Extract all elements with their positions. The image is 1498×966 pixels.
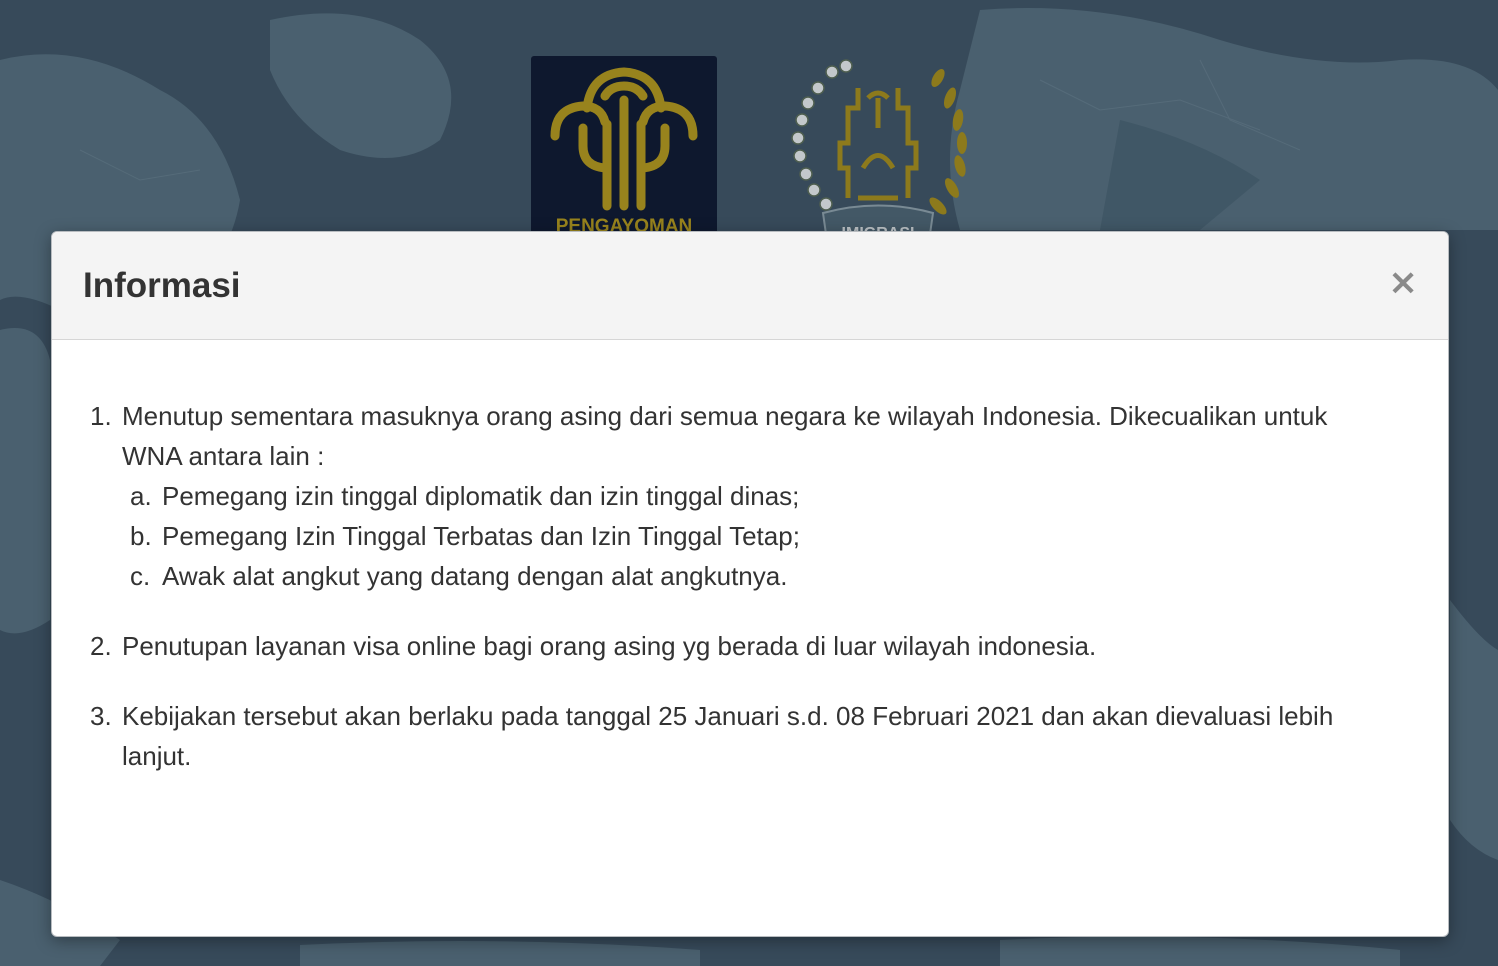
item-number: 2. bbox=[90, 631, 112, 661]
sub-list: a. Pemegang izin tinggal diplomatik dan … bbox=[122, 476, 1390, 596]
sub-list-item: c. Awak alat angkut yang datang dengan a… bbox=[122, 556, 1390, 596]
sub-item-text: Awak alat angkut yang datang dengan alat… bbox=[162, 561, 788, 591]
sub-item-letter: b. bbox=[130, 521, 152, 551]
list-item: 2. Penutupan layanan visa online bagi or… bbox=[90, 626, 1390, 666]
sub-item-text: Pemegang Izin Tinggal Terbatas dan Izin … bbox=[162, 521, 800, 551]
sub-list-item: b. Pemegang Izin Tinggal Terbatas dan Iz… bbox=[122, 516, 1390, 556]
sub-item-letter: a. bbox=[130, 481, 152, 511]
modal-title: Informasi bbox=[83, 266, 241, 305]
sub-item-text: Pemegang izin tinggal diplomatik dan izi… bbox=[162, 481, 800, 511]
item-text: Menutup sementara masuknya orang asing d… bbox=[122, 401, 1328, 471]
info-modal: Informasi × 1. Menutup sementara masukny… bbox=[51, 231, 1449, 937]
item-number: 3. bbox=[90, 701, 112, 731]
item-number: 1. bbox=[90, 401, 112, 431]
close-icon[interactable]: × bbox=[1388, 265, 1418, 301]
modal-header: Informasi × bbox=[52, 232, 1448, 340]
info-list: 1. Menutup sementara masuknya orang asin… bbox=[90, 396, 1390, 806]
list-item: 3. Kebijakan tersebut akan berlaku pada … bbox=[90, 696, 1390, 776]
item-text: Penutupan layanan visa online bagi orang… bbox=[122, 631, 1097, 661]
item-text: Kebijakan tersebut akan berlaku pada tan… bbox=[122, 701, 1334, 771]
sub-list-item: a. Pemegang izin tinggal diplomatik dan … bbox=[122, 476, 1390, 516]
sub-item-letter: c. bbox=[130, 561, 151, 591]
list-item: 1. Menutup sementara masuknya orang asin… bbox=[90, 396, 1390, 596]
